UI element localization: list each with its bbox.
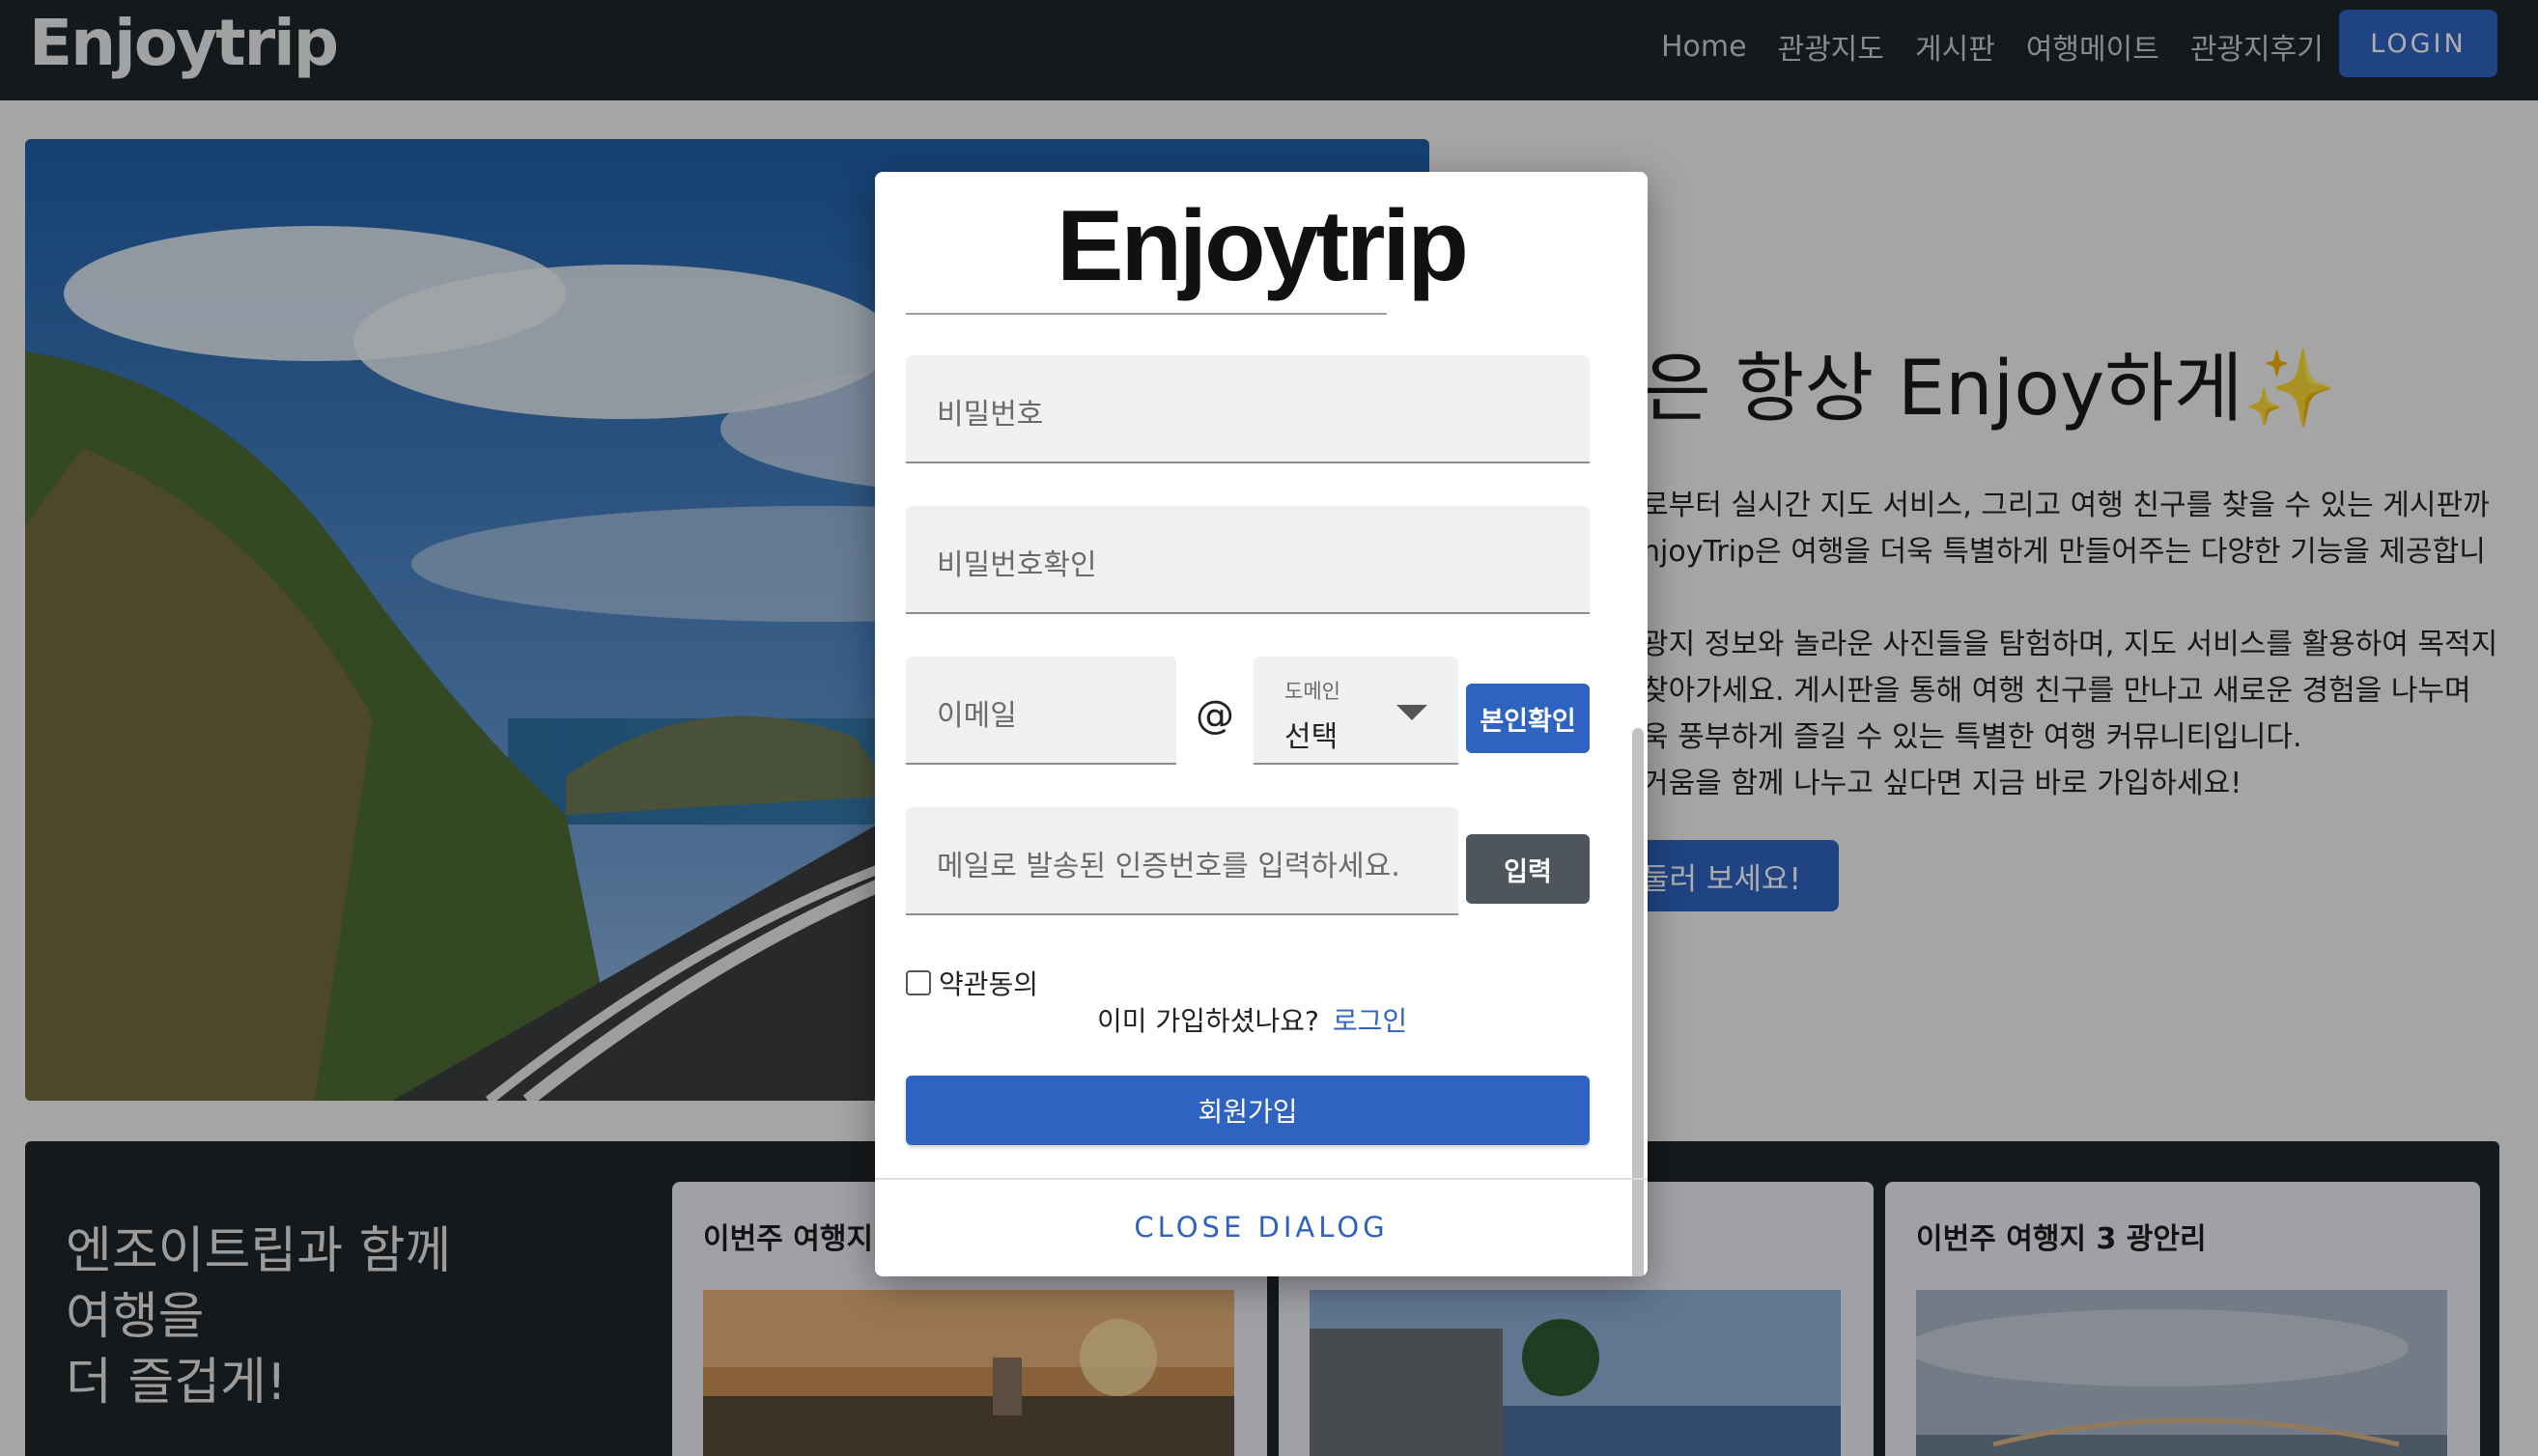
terms-checkbox[interactable] (906, 970, 931, 995)
terms-label: 약관동의 (939, 968, 1039, 1000)
signup-button[interactable]: 회원가입 (906, 1076, 1590, 1145)
domain-select[interactable]: 도메인 선택 (1254, 657, 1458, 765)
close-dialog-button[interactable]: CLOSE DIALOG (875, 1211, 1648, 1244)
dialog-logo-text: Enjoytrip (1057, 190, 1469, 302)
password-confirm-field[interactable]: 비밀번호확인 (906, 506, 1590, 614)
terms-row: 약관동의 (906, 964, 1038, 1002)
verify-identity-button[interactable]: 본인확인 (1466, 684, 1590, 753)
password-placeholder: 비밀번호 (937, 398, 1044, 432)
at-symbol: @ (1196, 693, 1234, 738)
email-placeholder: 이메일 (937, 699, 1017, 733)
email-field[interactable]: 이메일 (906, 657, 1176, 765)
verification-code-placeholder: 메일로 발송된 인증번호를 입력하세요. (937, 850, 1400, 883)
previous-field-underline (906, 313, 1387, 315)
dialog-scrollbar[interactable] (1626, 307, 1646, 1276)
domain-value: 선택 (1284, 720, 1339, 754)
signup-dialog: Enjoytrip 비밀번호 비밀번호확인 이메일 @ 도메인 선택 본인확인 … (875, 172, 1648, 1276)
chevron-down-icon (1396, 705, 1427, 720)
already-member-row: 이미 가입하셨나요? 로그인 (1097, 1000, 1407, 1039)
login-link[interactable]: 로그인 (1333, 1005, 1407, 1037)
domain-label: 도메인 (1284, 680, 1340, 703)
password-field[interactable]: 비밀번호 (906, 355, 1590, 463)
verification-code-field[interactable]: 메일로 발송된 인증번호를 입력하세요. (906, 807, 1458, 915)
dialog-logo: Enjoytrip (875, 189, 1648, 304)
already-member-text: 이미 가입하셨나요? (1097, 1005, 1319, 1037)
scrollbar-thumb[interactable] (1632, 728, 1644, 1276)
dialog-divider (875, 1178, 1648, 1180)
password-confirm-placeholder: 비밀번호확인 (937, 548, 1097, 582)
submit-code-button[interactable]: 입력 (1466, 834, 1590, 904)
